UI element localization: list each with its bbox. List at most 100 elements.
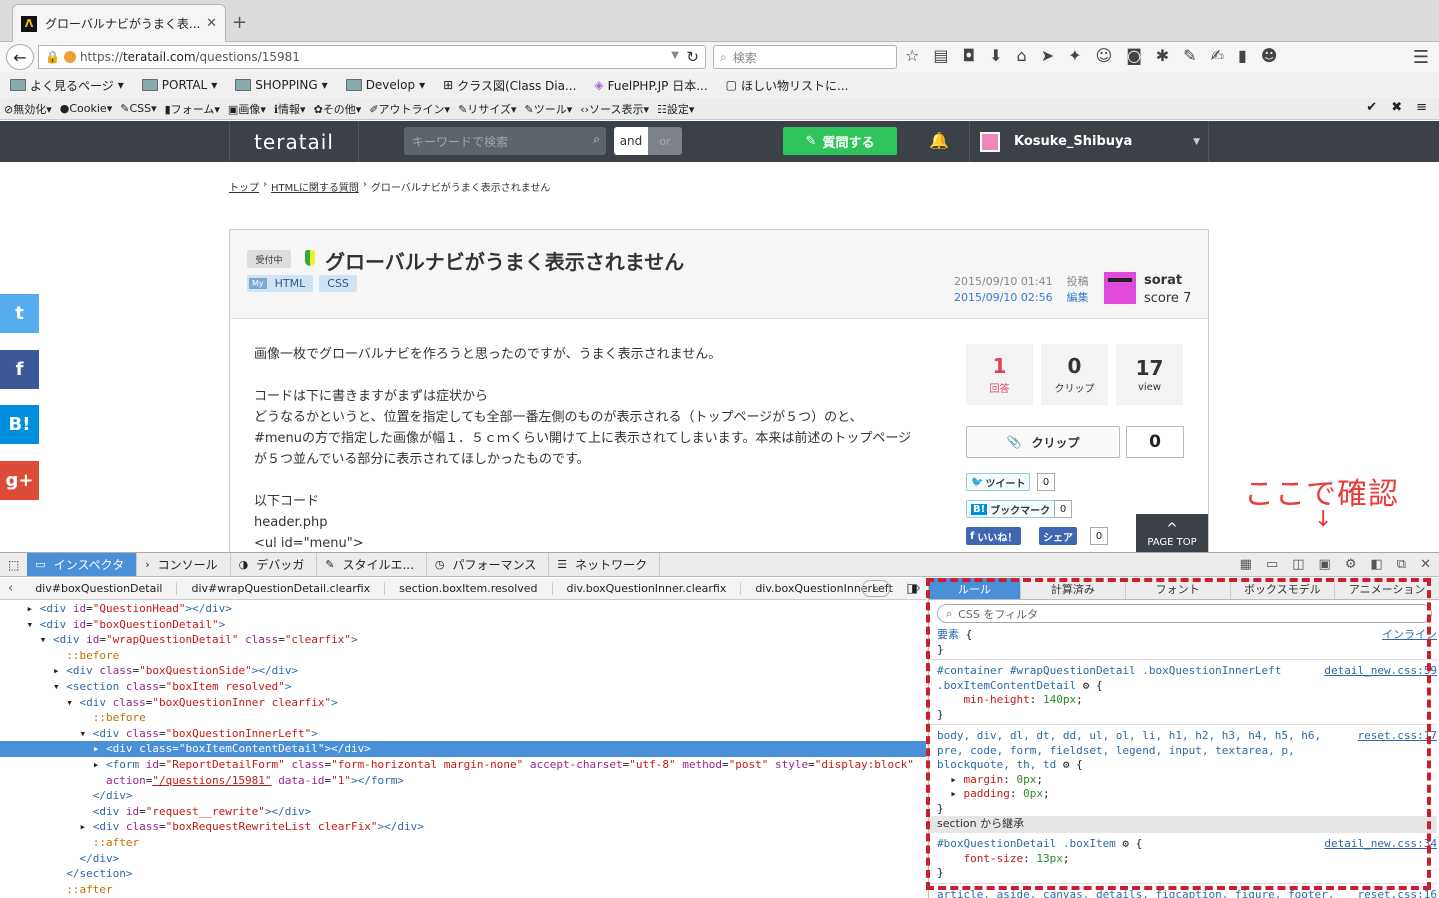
markup-line[interactable]: ▾ <div class="boxQuestionInnerLeft"> <box>0 726 926 742</box>
rule-line[interactable]: blockquote, th, td ⚙ { <box>937 758 1437 773</box>
bookmark-item[interactable]: よく見るページ ▾ <box>10 77 124 94</box>
reading-list-icon[interactable]: ▤ <box>933 46 948 65</box>
pen-icon[interactable]: ✎ <box>1183 46 1196 65</box>
rule-line[interactable]: min-height: 140px; <box>937 693 1437 708</box>
tab-fonts[interactable]: フォント <box>1126 578 1231 599</box>
tag-css[interactable]: CSS <box>319 275 357 292</box>
rule-line[interactable]: ▸ margin: 0px; <box>937 773 1437 788</box>
wd-tools[interactable]: ✎ツール▾ <box>524 101 572 117</box>
wd-source[interactable]: ‹›ソース表示▾ <box>580 101 649 117</box>
twitter-share-icon[interactable]: t <box>0 294 39 333</box>
edited-label[interactable]: 編集 <box>1067 291 1089 304</box>
markup-line[interactable]: <div id="request__rewrite"></div> <box>0 804 926 820</box>
bookmark-item[interactable]: SHOPPING ▾ <box>235 78 327 92</box>
bug-icon[interactable]: ✱ <box>1156 46 1169 65</box>
rule-line[interactable]: #container #wrapQuestionDetail .boxQuest… <box>937 664 1437 679</box>
css-filter-input[interactable]: ⌕CSS をフィルタ <box>937 604 1432 623</box>
edited-date[interactable]: 2015/09/10 02:56 <box>954 291 1053 304</box>
answer-count[interactable]: 1回答 <box>966 344 1033 405</box>
markup-search-icon[interactable]: ⌕ <box>862 580 890 597</box>
rule-line[interactable]: 要素 {インライン <box>937 628 1437 643</box>
console-split-icon[interactable]: ▭ <box>1266 557 1278 572</box>
markup-line[interactable]: ::before <box>0 710 926 726</box>
hamburger-menu-icon[interactable]: ☰ <box>1413 47 1429 68</box>
keyword-search-input[interactable]: キーワードで検索 ⌕ <box>404 127 606 155</box>
googleplus-share-icon[interactable]: g+ <box>0 461 39 500</box>
hatena-share-icon[interactable]: B! <box>0 405 39 444</box>
3d-view-icon[interactable]: ◫ <box>1292 557 1304 572</box>
markup-line[interactable]: ▸ <form id="ReportDetailForm" class="for… <box>0 757 926 773</box>
rule-line[interactable]: body, div, dl, dt, dd, ul, ol, li, h1, h… <box>937 729 1437 744</box>
tab-network[interactable]: ☰ネットワーク <box>549 553 660 576</box>
wd-settings[interactable]: ☷設定▾ <box>657 101 694 117</box>
new-tab-icon[interactable]: + <box>232 12 247 33</box>
download-icon[interactable]: ⬇ <box>989 46 1002 65</box>
browser-tab[interactable]: Λ グローバルナビがうまく表... ✕ <box>12 4 226 42</box>
tab-inspector[interactable]: ▭インスペクタ <box>27 553 137 576</box>
markup-line[interactable]: ▾ <div id="boxQuestionDetail"> <box>0 617 926 633</box>
options-icon[interactable]: ≡ <box>1416 100 1427 115</box>
element-picker-icon[interactable]: ⬚ <box>0 553 27 576</box>
tab-animations[interactable]: アニメーション <box>1335 578 1439 599</box>
crumb-item[interactable]: div#wrapQuestionDetail.clearfix <box>177 582 385 595</box>
markup-line[interactable]: ::after <box>0 835 926 851</box>
rule-line[interactable]: ▸ padding: 0px; <box>937 787 1437 802</box>
bookmark-item[interactable]: Develop ▾ <box>346 78 425 92</box>
rule-line[interactable]: article, aside, canvas, details, figcapt… <box>937 888 1437 898</box>
markup-line[interactable]: </section> <box>0 866 926 882</box>
wd-forms[interactable]: ▮フォーム▾ <box>165 101 220 117</box>
url-bar[interactable]: 🔒 https://teratail.com/questions/15981 ▼… <box>38 45 706 69</box>
crumb-item[interactable]: section.boxItem.resolved <box>385 582 552 595</box>
home-icon[interactable]: ⌂ <box>1017 46 1027 65</box>
wd-disable[interactable]: ⊘無効化▾ <box>4 101 52 117</box>
site-logo[interactable]: teratail <box>229 121 359 162</box>
facebook-like-button[interactable]: fいいね！ <box>966 527 1021 545</box>
bookmark-item[interactable]: ◈FuelPHP.JP 日本... <box>594 77 707 94</box>
markup-line[interactable]: ▾ <section class="boxItem resolved"> <box>0 679 926 695</box>
notes-icon[interactable]: ✍ <box>1211 46 1224 65</box>
dock-side-icon[interactable]: ◧ <box>1371 557 1383 572</box>
wd-info[interactable]: ℹ情報▾ <box>274 101 306 117</box>
tab-computed[interactable]: 計算済み <box>1021 578 1126 599</box>
facebook-share-icon[interactable]: f <box>0 350 39 389</box>
markup-line[interactable]: action="/questions/15981" data-id="1"></… <box>0 773 926 789</box>
author-avatar[interactable] <box>1104 272 1136 304</box>
pocket-icon[interactable]: ◘ <box>962 46 975 65</box>
wd-css[interactable]: ✎CSS▾ <box>120 102 156 115</box>
and-toggle[interactable]: and <box>614 127 648 155</box>
smile-icon[interactable]: ☻ <box>1261 46 1278 65</box>
search-icon[interactable]: ⌕ <box>593 132 600 147</box>
url-dropdown-icon[interactable]: ▼ <box>671 50 679 61</box>
undock-icon[interactable]: ⧉ <box>1397 557 1406 572</box>
markup-line[interactable]: ▾ <div class="boxQuestionInner clearfix"… <box>0 695 926 711</box>
bookmark-item[interactable]: ▢ほしい物リストに... <box>726 77 849 94</box>
camera-icon[interactable]: ◙ <box>1126 46 1142 65</box>
bell-icon[interactable]: 🔔 <box>929 131 949 150</box>
hatena-bookmark-button[interactable]: B!ブックマーク <box>966 500 1055 518</box>
wd-resize[interactable]: ✎リサイズ▾ <box>458 101 516 117</box>
ask-question-button[interactable]: ✎質問する <box>783 127 897 155</box>
breadcrumb-category[interactable]: HTMLに関する質問 <box>271 179 359 194</box>
back-button[interactable]: ← <box>6 44 34 70</box>
tab-debugger[interactable]: ◑デバッガ <box>231 553 318 576</box>
tab-box-model[interactable]: ボックスモデル <box>1231 578 1336 599</box>
markup-view[interactable]: ▸ <div id="QuestionHead"></div> ▾ <div i… <box>0 601 926 898</box>
markup-line[interactable]: ▸ <div class="boxQuestionSide"></div> <box>0 663 926 679</box>
wd-misc[interactable]: ✿その他▾ <box>314 101 362 117</box>
tool-icon[interactable]: ▮ <box>1238 46 1247 65</box>
bookmark-item[interactable]: PORTAL ▾ <box>142 78 217 92</box>
clip-button[interactable]: 📎クリップ <box>966 426 1120 458</box>
check-icon[interactable]: ✔ <box>1366 100 1377 115</box>
tab-performance[interactable]: ◷パフォーマンス <box>427 553 549 576</box>
close-tab-icon[interactable]: ✕ <box>206 16 217 31</box>
markup-line[interactable]: ▾ <div id="wrapQuestionDetail" class="cl… <box>0 632 926 648</box>
author-name[interactable]: sorat <box>1144 272 1191 290</box>
face-icon[interactable]: ☺ <box>1096 46 1113 65</box>
breadcrumb-home[interactable]: トップ <box>229 179 259 194</box>
markup-line[interactable]: </div> <box>0 788 926 804</box>
page-top-button[interactable]: ^PAGE TOP <box>1136 514 1208 552</box>
rule-line[interactable]: .boxItemContentDetail ⚙ { <box>937 679 1437 694</box>
wd-outline[interactable]: ✐アウトライン▾ <box>369 101 450 117</box>
markup-line[interactable]: ▸ <div id="QuestionHead"></div> <box>0 601 926 617</box>
bookmark-star-icon[interactable]: ☆ <box>905 46 919 65</box>
